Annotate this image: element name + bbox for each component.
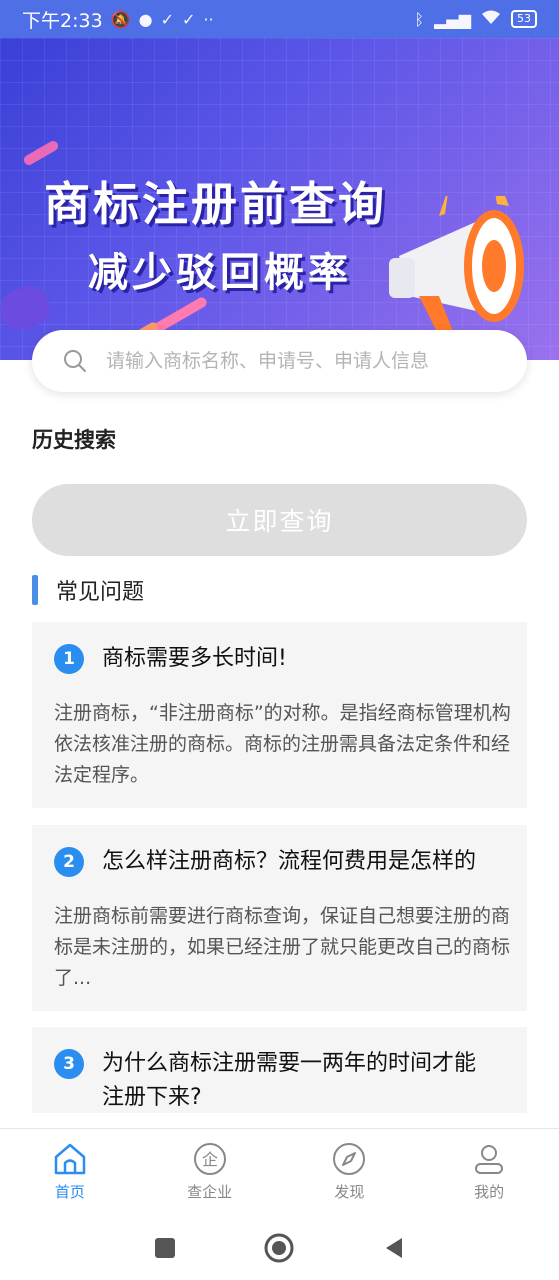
faq-title: 常见问题 [56,580,145,605]
nav-label: 查企业 [187,1183,233,1201]
more-dots-icon: ·· [203,9,214,29]
faq-question: 为什么商标注册需要一两年的时间才能注册下来? [102,1051,477,1110]
download-done-icon: ✓ [160,9,174,29]
compass-icon [333,1143,366,1175]
nav-enterprise[interactable]: 企 查企业 [140,1129,280,1216]
faq-answer: 注册商标前需要进行商标查询，保证自己想要注册的商标是未注册的，如果已经注册了就只… [54,905,511,989]
number-badge: 3 [54,1049,84,1079]
faq-header: 常见问题 [32,574,144,606]
wifi-icon [481,9,501,29]
faq-item[interactable]: 2 怎么样注册商标？流程何费用是怎样的 注册商标前需要进行商标查询，保证自己想要… [32,825,527,1011]
enterprise-icon: 企 [193,1143,226,1175]
system-nav-bar [0,1216,559,1280]
bottom-nav: 首页 企 查企业 发现 我的 [0,1128,559,1216]
faq-item[interactable]: 1 商标需要多长时间! 注册商标，“非注册商标”的对称。是指经商标管理机构依法核… [32,622,527,808]
user-icon [475,1145,504,1174]
faq-item[interactable]: 3 为什么商标注册需要一两年的时间才能注册下来? [32,1027,527,1113]
faq-answer: 注册商标，“非注册商标”的对称。是指经商标管理机构依法核准注册的商标。商标的注册… [54,702,511,786]
nav-home[interactable]: 首页 [0,1129,140,1216]
recents-button[interactable] [153,1236,177,1260]
search-icon [64,350,86,372]
signal-icon: ▂▄▆ [434,9,471,29]
nav-label: 首页 [54,1183,85,1201]
mute-icon: 🔕 [110,9,131,29]
status-time: 下午2:33 [22,9,103,32]
history-title: 历史搜索 [32,428,116,452]
number-badge: 1 [54,644,84,674]
chat-bubble-icon: ● [138,9,153,29]
nav-label: 我的 [474,1183,505,1201]
promo-banner[interactable]: 商标注册前查询 减少驳回概率 [0,38,559,360]
home-button[interactable] [263,1232,295,1264]
battery-icon: 53 [511,10,537,28]
home-icon [54,1143,86,1175]
nav-label: 发现 [334,1183,365,1201]
section-marker [32,575,38,605]
svg-text:企: 企 [202,1150,218,1169]
faq-question: 怎么样注册商标？流程何费用是怎样的 [102,849,477,874]
search-bar[interactable] [32,330,527,392]
search-input[interactable] [106,350,486,372]
number-badge: 2 [54,847,84,877]
megaphone-icon [389,196,524,336]
query-button[interactable]: 立即查询 [32,484,527,556]
nav-mine[interactable]: 我的 [419,1129,559,1216]
status-bar: 下午2:33 🔕 ● ✓ ✓ ·· ᛒ ▂▄▆ 53 [0,0,559,38]
nav-discover[interactable]: 发现 [280,1129,420,1216]
faq-question: 商标需要多长时间! [102,646,287,671]
banner-subtitle: 减少驳回概率 [88,250,352,296]
bluetooth-icon: ᛒ [414,9,425,29]
banner-title: 商标注册前查询 [44,177,387,231]
download-done-icon: ✓ [181,9,196,29]
back-button[interactable] [382,1236,406,1260]
